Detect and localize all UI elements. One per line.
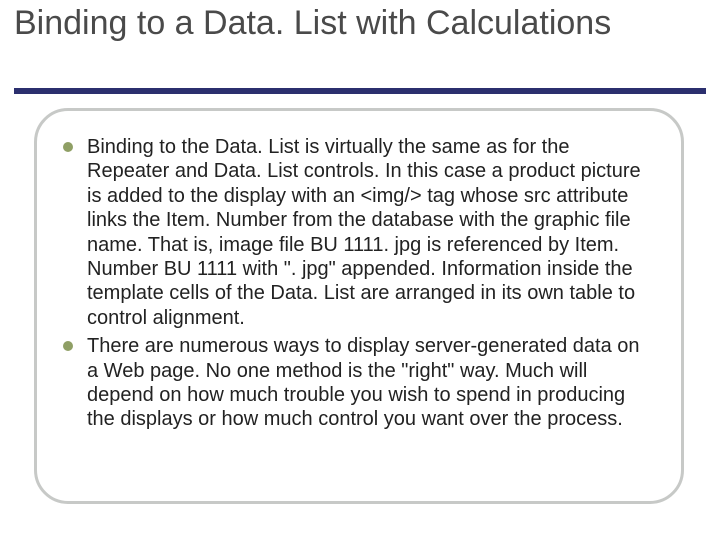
title-underline: [14, 88, 706, 94]
bullet-text: Binding to the Data. List is virtually t…: [87, 136, 641, 329]
title-zone: Binding to a Data. List with Calculation…: [14, 4, 706, 43]
content-box: Binding to the Data. List is virtually t…: [34, 108, 684, 504]
slide: Binding to a Data. List with Calculation…: [0, 0, 720, 540]
slide-title: Binding to a Data. List with Calculation…: [14, 4, 706, 43]
bullet-list: Binding to the Data. List is virtually t…: [63, 135, 655, 432]
list-item: There are numerous ways to display serve…: [63, 334, 655, 432]
list-item: Binding to the Data. List is virtually t…: [63, 135, 655, 330]
bullet-text: There are numerous ways to display serve…: [87, 335, 640, 430]
